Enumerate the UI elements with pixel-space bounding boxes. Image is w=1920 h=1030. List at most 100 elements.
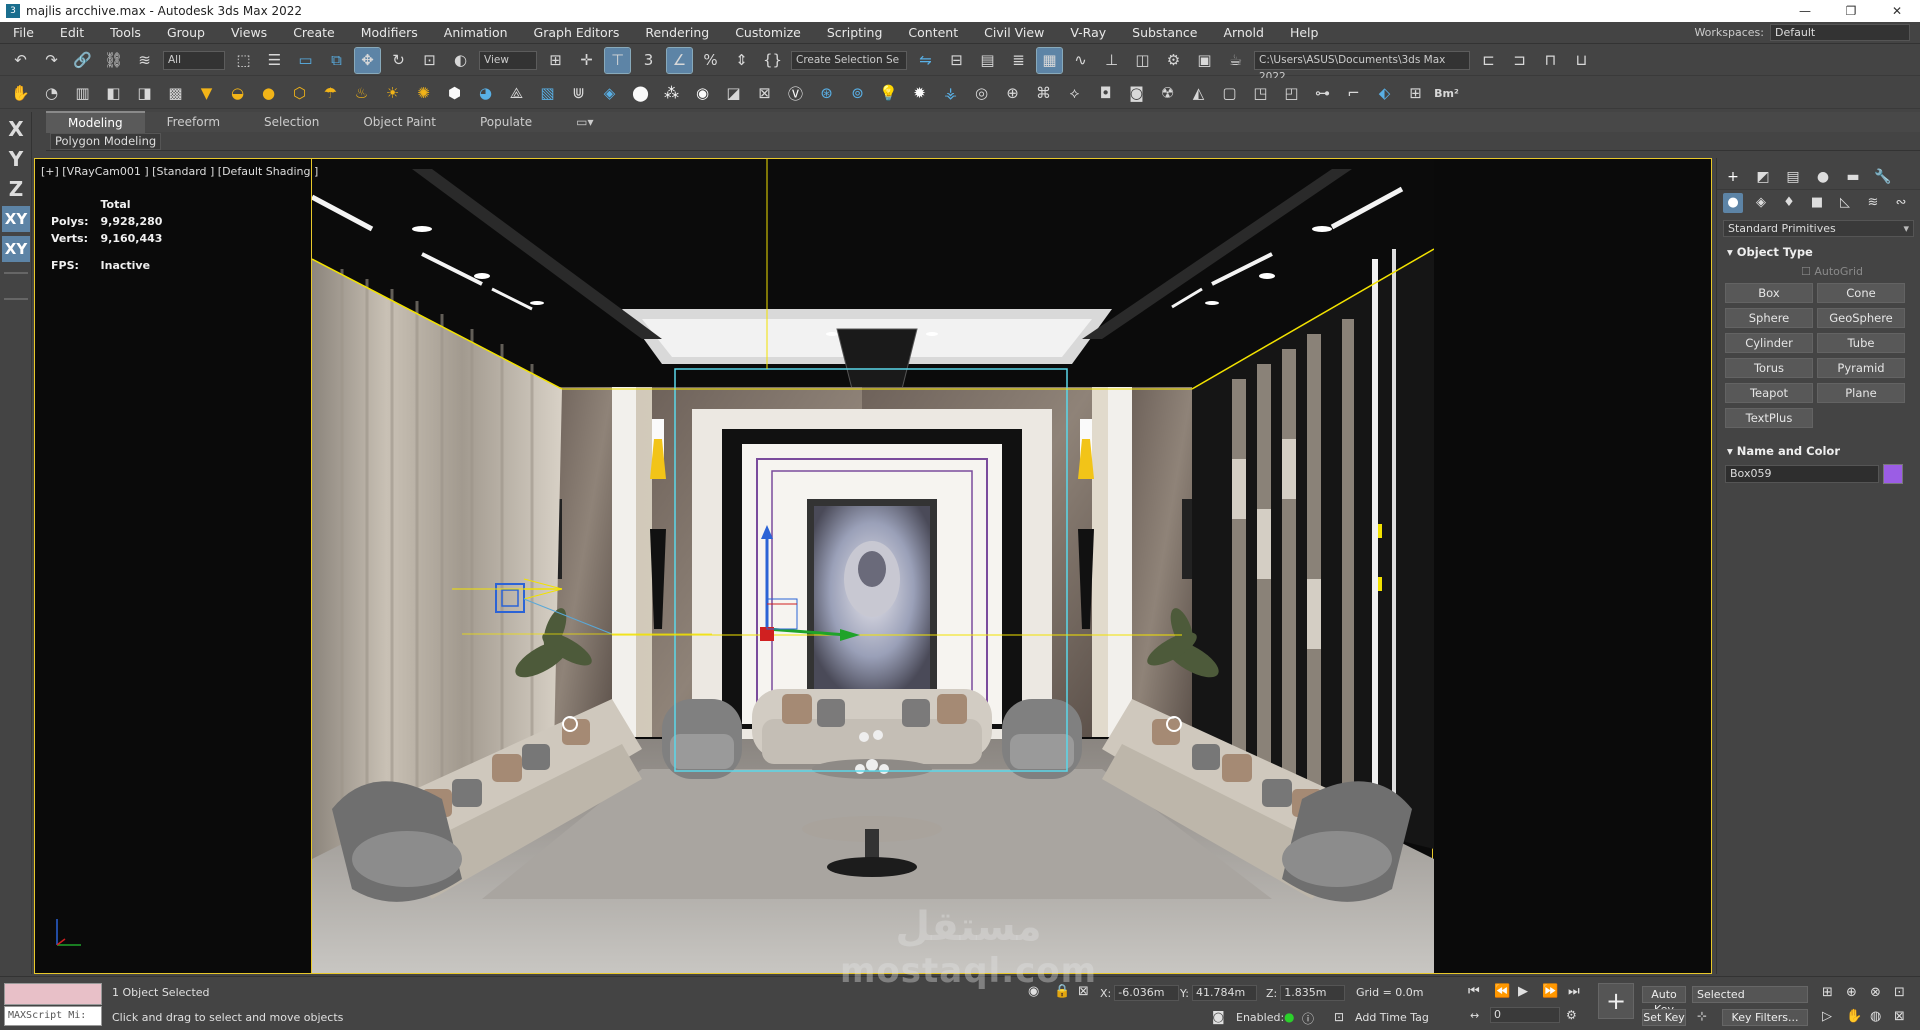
- menu-customize[interactable]: Customize: [722, 22, 814, 44]
- project-path-dropdown[interactable]: C:\Users\ASUS\Documents\3ds Max 2022: [1254, 50, 1470, 83]
- workspace-dropdown[interactable]: Default: [1770, 24, 1910, 41]
- percent-snap-icon[interactable]: %: [698, 48, 723, 73]
- tab-object-paint[interactable]: Object Paint: [341, 112, 458, 132]
- camera-physical-icon[interactable]: ⊛: [814, 81, 839, 106]
- edit-named-selection-icon[interactable]: {}: [760, 48, 785, 73]
- systems-icon[interactable]: ∾: [1891, 193, 1911, 213]
- select-move-icon[interactable]: ✥: [354, 46, 381, 74]
- curve-editor-icon[interactable]: ∿: [1068, 48, 1093, 73]
- material-sphere-icon[interactable]: ⬤: [628, 81, 653, 106]
- pyramid-button[interactable]: Pyramid: [1817, 358, 1905, 378]
- camera-dome-icon[interactable]: ⊚: [845, 81, 870, 106]
- ribbon-options-icon[interactable]: ▭▾: [554, 112, 615, 132]
- vray-tools-icon[interactable]: ⊕: [1000, 81, 1025, 106]
- bind-spacewarp-icon[interactable]: ≋: [132, 48, 157, 73]
- shapes-icon[interactable]: ◈: [1751, 193, 1771, 213]
- vision-icon[interactable]: ◘: [1093, 81, 1118, 106]
- select-object-icon[interactable]: ⬚: [231, 48, 256, 73]
- restore-icon[interactable]: ❐: [1828, 0, 1874, 22]
- toggle-ribbon-icon[interactable]: ▦: [1036, 46, 1063, 74]
- set-key-button[interactable]: Set Key: [1642, 1009, 1686, 1026]
- geometry-icon[interactable]: ●: [1723, 193, 1743, 213]
- maxscript-mini-listener[interactable]: MAXScript Mi:: [4, 1006, 102, 1026]
- cube-stack-icon[interactable]: ◧: [101, 81, 126, 106]
- display-tab-icon[interactable]: ▬: [1843, 167, 1863, 187]
- angle-snap-icon[interactable]: ∠: [666, 46, 693, 74]
- bm2-icon[interactable]: Bm²: [1434, 81, 1459, 106]
- zoom-icon[interactable]: ⊕: [1846, 985, 1857, 1000]
- axis-xy-button[interactable]: XY: [2, 206, 30, 232]
- select-rotate-icon[interactable]: ↻: [386, 48, 411, 73]
- menu-scripting[interactable]: Scripting: [814, 22, 896, 44]
- zoom-extents-icon[interactable]: ⊞: [1822, 985, 1833, 1000]
- menu-civil-view[interactable]: Civil View: [971, 22, 1057, 44]
- create-tab-icon[interactable]: +: [1723, 167, 1743, 187]
- select-by-name-icon[interactable]: ☰: [262, 48, 287, 73]
- layer-explorer-icon[interactable]: ≣: [1006, 48, 1031, 73]
- teapot-button[interactable]: Teapot: [1725, 383, 1813, 403]
- unlink-icon[interactable]: ⛓: [101, 48, 126, 73]
- vfb-icon[interactable]: ◎: [969, 81, 994, 106]
- play-icon[interactable]: ▶: [1518, 984, 1528, 999]
- undo-icon[interactable]: ↶: [8, 48, 33, 73]
- zoom-all-icon[interactable]: ⊗: [1870, 985, 1881, 1000]
- sun-icon[interactable]: ☀: [380, 81, 405, 106]
- safe-frame-icon[interactable]: ◰: [1279, 81, 1304, 106]
- decal-icon[interactable]: ◈: [597, 81, 622, 106]
- ribbon-icon[interactable]: ⊶: [1310, 81, 1335, 106]
- menu-group[interactable]: Group: [154, 22, 218, 44]
- grid-tool-icon[interactable]: ⊞: [1403, 81, 1428, 106]
- tab-selection[interactable]: Selection: [242, 112, 341, 132]
- tab-modeling[interactable]: Modeling: [46, 111, 145, 133]
- add-time-tag[interactable]: Add Time Tag: [1355, 1011, 1429, 1024]
- hierarchy-tab-icon[interactable]: ▤: [1783, 167, 1803, 187]
- interactive-render-icon[interactable]: ▢: [1217, 81, 1242, 106]
- light-sphere-icon[interactable]: ●: [256, 81, 281, 106]
- project-save-icon[interactable]: ⊔: [1569, 48, 1594, 73]
- ref-coord-dropdown[interactable]: View: [479, 50, 537, 70]
- lightmix-icon[interactable]: ☢: [1155, 81, 1180, 106]
- project-new-icon[interactable]: ⊐: [1507, 48, 1532, 73]
- z-field[interactable]: 1.835m: [1280, 985, 1346, 1001]
- key-filters-icon[interactable]: ⊹: [1697, 1009, 1707, 1023]
- menu-help[interactable]: Help: [1277, 22, 1332, 44]
- project-folder-icon[interactable]: ⊏: [1476, 48, 1501, 73]
- plane-geo-icon[interactable]: ⟁: [504, 81, 529, 106]
- menu-substance[interactable]: Substance: [1119, 22, 1210, 44]
- textplus-button[interactable]: TextPlus: [1725, 408, 1813, 428]
- walkthrough-icon[interactable]: ⊠: [1894, 1009, 1905, 1024]
- corner-icon[interactable]: ⌐: [1341, 81, 1366, 106]
- menu-vray[interactable]: V-Ray: [1057, 22, 1119, 44]
- light-dome-icon[interactable]: ◒: [225, 81, 250, 106]
- keyboard-shortcut-override-icon[interactable]: ⊤: [604, 46, 631, 74]
- minimize-icon[interactable]: —: [1782, 0, 1828, 22]
- maxscript-listener[interactable]: [4, 983, 102, 1005]
- orbit-icon[interactable]: ◍: [1870, 1009, 1881, 1024]
- object-name-input[interactable]: Box059: [1725, 465, 1879, 483]
- tab-freeform[interactable]: Freeform: [145, 112, 242, 132]
- selection-filter-dropdown[interactable]: All: [163, 50, 225, 70]
- x-field[interactable]: -6.036m: [1114, 985, 1180, 1001]
- object-cube-icon[interactable]: ◨: [132, 81, 157, 106]
- menu-create[interactable]: Create: [280, 22, 348, 44]
- mirror-icon[interactable]: ⇋: [913, 48, 938, 73]
- fov-icon[interactable]: ▷: [1822, 1009, 1832, 1024]
- axis-x-button[interactable]: X: [2, 116, 30, 142]
- named-selection-dropdown[interactable]: Create Selection Se: [791, 50, 907, 70]
- spinner-snap-icon[interactable]: ⇕: [729, 48, 754, 73]
- utilities-tab-icon[interactable]: 🔧: [1873, 167, 1893, 187]
- link-icon[interactable]: 🔗: [70, 48, 95, 73]
- goto-start-icon[interactable]: ⏮: [1468, 984, 1480, 999]
- menu-graph-editors[interactable]: Graph Editors: [521, 22, 633, 44]
- hair-icon[interactable]: ⟡: [1062, 81, 1087, 106]
- axis-y-button[interactable]: Y: [2, 146, 30, 172]
- cone-button[interactable]: Cone: [1817, 283, 1905, 303]
- proxy-geo-icon[interactable]: ⬢: [442, 81, 467, 106]
- project-open-icon[interactable]: ⊓: [1538, 48, 1563, 73]
- torus-button[interactable]: Torus: [1725, 358, 1813, 378]
- time-config-icon[interactable]: ⚙: [1566, 1008, 1577, 1022]
- schematic-view-icon[interactable]: ⊥: [1099, 48, 1124, 73]
- displacement-icon[interactable]: ▧: [535, 81, 560, 106]
- light-ies-icon[interactable]: ☂: [318, 81, 343, 106]
- goto-end-icon[interactable]: ⏭: [1568, 984, 1580, 999]
